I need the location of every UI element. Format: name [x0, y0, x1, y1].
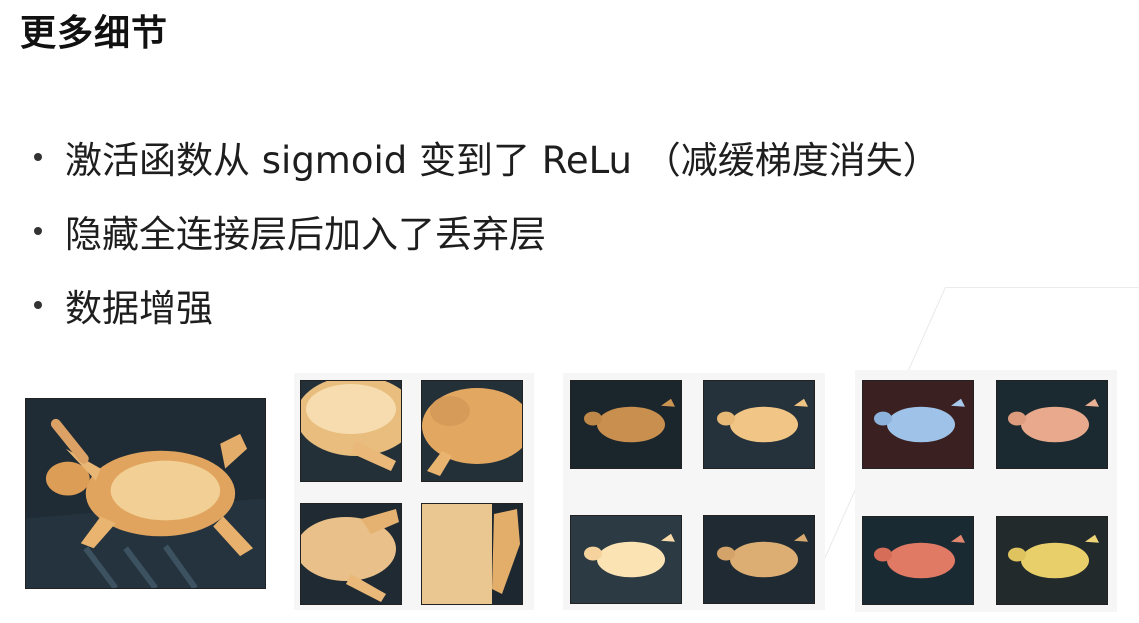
cat-brightness-graphic	[704, 381, 814, 468]
cat-crop-graphic	[422, 381, 522, 481]
brightness-image-4	[703, 515, 815, 604]
cat-brightness-graphic	[571, 381, 681, 468]
bullet-dot-icon	[34, 301, 42, 309]
brightness-image-2	[703, 380, 815, 469]
cat-photo-graphic	[26, 399, 265, 588]
bullet-list: 激活函数从 sigmoid 变到了 ReLu （减缓梯度消失） 隐藏全连接层后加…	[34, 120, 940, 342]
color-image-3	[862, 516, 974, 605]
bullet-item-augmentation: 数据增强	[34, 268, 940, 342]
crop-image-1	[300, 380, 402, 482]
cat-color-graphic	[863, 517, 973, 604]
crop-image-3	[300, 503, 402, 605]
bullet-dot-icon	[34, 227, 42, 235]
cat-color-graphic	[997, 381, 1107, 468]
bullet-text: 激活函数从 sigmoid 变到了 ReLu （减缓梯度消失）	[65, 139, 940, 182]
color-image-1	[862, 380, 974, 469]
cat-crop-graphic	[301, 381, 401, 481]
crop-image-4	[421, 503, 523, 605]
color-image-4	[996, 516, 1108, 605]
bullet-text: 隐藏全连接层后加入了丢弃层	[65, 213, 546, 256]
crop-image-2	[421, 380, 523, 482]
cat-color-graphic	[997, 517, 1107, 604]
cat-brightness-graphic	[704, 516, 814, 603]
brightness-image-1	[570, 380, 682, 469]
slide: 更多细节 激活函数从 sigmoid 变到了 ReLu （减缓梯度消失） 隐藏全…	[0, 0, 1139, 623]
slide-title: 更多细节	[20, 13, 169, 54]
decorative-line	[945, 287, 1139, 288]
cat-color-graphic	[863, 381, 973, 468]
bullet-item-activation: 激活函数从 sigmoid 变到了 ReLu （减缓梯度消失）	[34, 120, 940, 194]
cat-crop-graphic	[422, 504, 522, 604]
bullet-dot-icon	[34, 153, 42, 161]
color-image-2	[996, 380, 1108, 469]
original-cat-image	[25, 398, 266, 589]
cat-brightness-graphic	[571, 516, 681, 603]
bullet-text: 数据增强	[65, 287, 213, 330]
brightness-image-3	[570, 515, 682, 604]
cat-crop-graphic	[301, 504, 401, 604]
bullet-item-dropout: 隐藏全连接层后加入了丢弃层	[34, 194, 940, 268]
